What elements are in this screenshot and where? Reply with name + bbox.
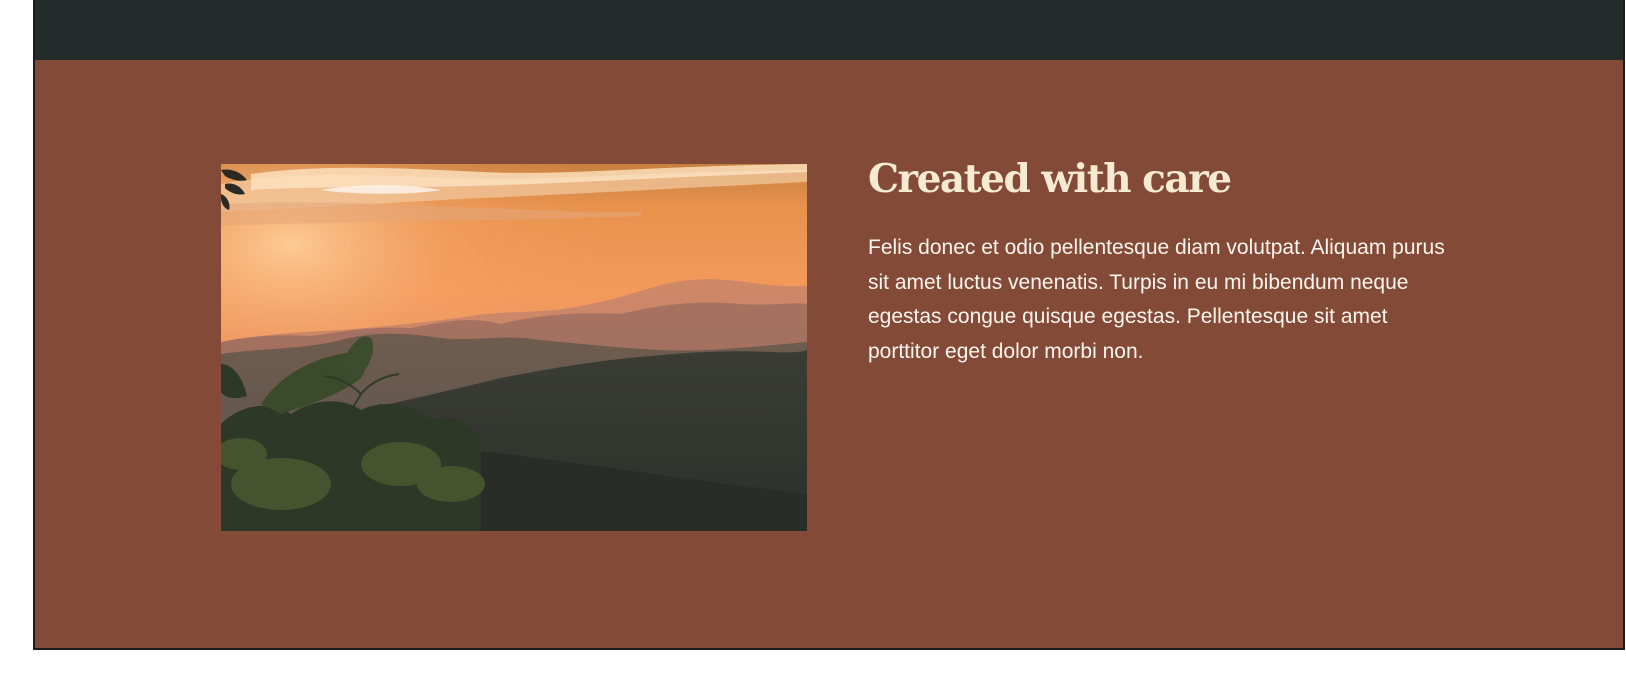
page-frame: Created with care Felis donec et odio pe…	[33, 0, 1625, 650]
feature-section: Created with care Felis donec et odio pe…	[35, 60, 1623, 648]
mountain-sunset-image	[221, 164, 807, 531]
section-heading: Created with care	[868, 156, 1232, 202]
section-paragraph: Felis donec et odio pellentesque diam vo…	[868, 236, 1445, 363]
top-header-bar	[35, 0, 1623, 60]
